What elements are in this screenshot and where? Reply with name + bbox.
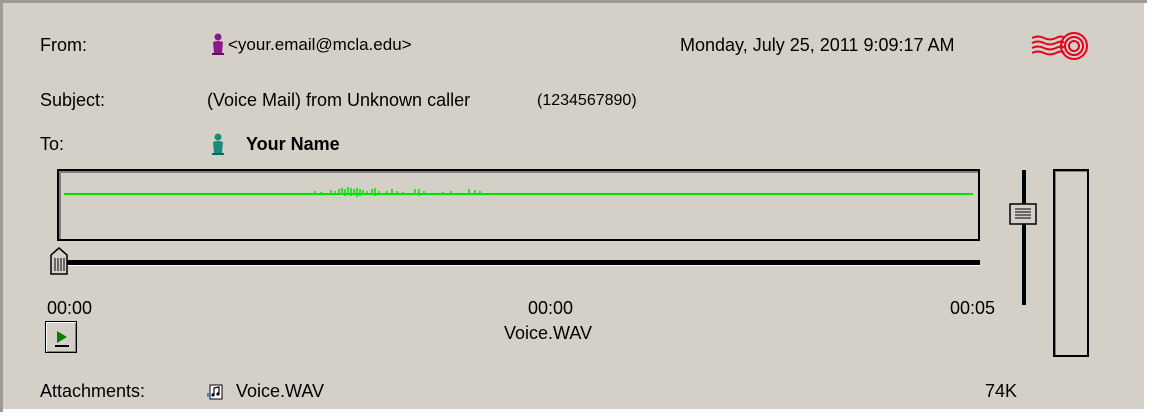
subject-label: Subject: xyxy=(40,90,106,110)
postmark-stamp-icon xyxy=(1031,32,1088,60)
attachment-file-name[interactable]: Voice.WAV xyxy=(236,381,324,402)
playing-file-name: Voice.WAV xyxy=(504,323,593,343)
waveform-display[interactable] xyxy=(57,169,980,241)
from-label: From: xyxy=(40,35,87,55)
to-label: To: xyxy=(40,134,65,154)
time-start: 00:00 xyxy=(47,298,93,318)
from-address[interactable]: <your.email@mcla.edu> xyxy=(228,35,412,55)
recipient-name[interactable]: Your Name xyxy=(246,134,340,155)
time-end: 00:05 xyxy=(950,298,996,318)
time-current: 00:00 xyxy=(528,298,574,318)
attachment-size: 74K xyxy=(985,381,1018,401)
volume-slider-thumb[interactable] xyxy=(1009,203,1037,225)
date-sent: Monday, July 25, 2011 9:09:17 AM xyxy=(680,35,955,55)
recipient-person-icon xyxy=(212,133,224,155)
volume-track xyxy=(1022,170,1026,305)
waveform-graph xyxy=(314,187,481,197)
position-track-highlight xyxy=(57,265,980,266)
audio-file-icon xyxy=(207,384,223,400)
play-button[interactable] xyxy=(45,321,77,353)
level-meter-inner-border xyxy=(1055,171,1087,355)
position-slider-thumb[interactable] xyxy=(50,247,68,275)
subject-text: (Voice Mail) from Unknown caller xyxy=(207,90,471,110)
play-icon xyxy=(55,331,69,347)
audio-level-meter xyxy=(1053,169,1089,357)
caller-number: (1234567890) xyxy=(537,92,637,109)
attachments-label: Attachments: xyxy=(40,381,146,401)
sender-person-icon xyxy=(212,33,224,55)
